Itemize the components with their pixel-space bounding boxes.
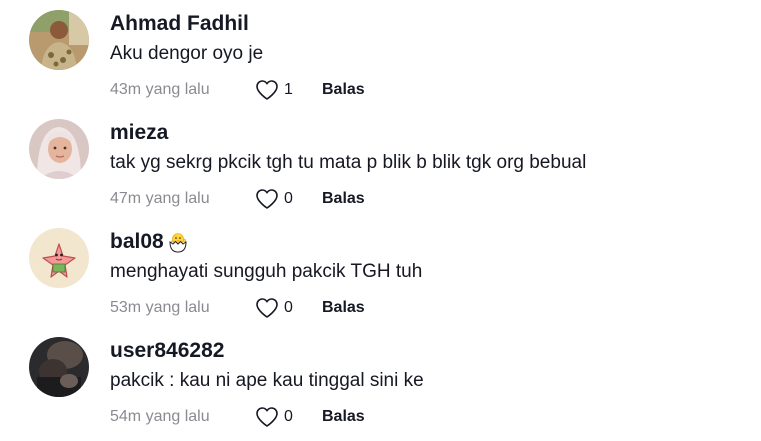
like-button[interactable]: 0 <box>255 188 322 210</box>
hatching-chick-emoji-icon <box>169 233 187 253</box>
reply-button[interactable]: Balas <box>322 81 365 99</box>
username-text: user846282 <box>110 339 225 362</box>
avatar[interactable] <box>29 228 89 288</box>
username-text: Ahmad Fadhil <box>110 12 249 35</box>
comment-text: menghayati sungguh pakcik TGH tuh <box>110 261 423 282</box>
comment-meta: 54m yang lalu 0 Balas <box>110 405 365 429</box>
heart-icon <box>256 298 278 318</box>
like-button[interactable]: 0 <box>255 406 322 428</box>
username[interactable]: Ahmad Fadhil <box>110 12 249 36</box>
comment-item: bal08 menghayati sungguh pakcik TGH tuh … <box>0 218 761 318</box>
timestamp: 54m yang lalu <box>110 408 210 425</box>
avatar[interactable] <box>29 337 89 397</box>
like-button[interactable]: 1 <box>255 79 322 101</box>
like-count: 0 <box>284 299 293 316</box>
timestamp: 53m yang lalu <box>110 299 210 316</box>
heart-icon <box>256 80 278 100</box>
comment-text: pakcik : kau ni ape kau tinggal sini ke <box>110 370 424 391</box>
comment-item: user846282 pakcik : kau ni ape kau tingg… <box>0 327 761 427</box>
heart-icon <box>256 189 278 209</box>
like-count: 0 <box>284 408 293 425</box>
username[interactable]: bal08 <box>110 230 190 254</box>
comment-meta: 47m yang lalu 0 Balas <box>110 187 365 211</box>
comment-text: Aku dengor oyo je <box>110 43 264 64</box>
reply-button[interactable]: Balas <box>322 299 365 317</box>
comment-item: mieza tak yg sekrg pkcik tgh tu mata p b… <box>0 109 761 209</box>
username-text: bal08 <box>110 230 164 253</box>
username[interactable]: user846282 <box>110 339 224 363</box>
timestamp: 47m yang lalu <box>110 190 210 207</box>
comment-meta: 53m yang lalu 0 Balas <box>110 296 365 320</box>
like-count: 0 <box>284 190 293 207</box>
avatar[interactable] <box>29 10 89 70</box>
username-text: mieza <box>110 121 169 144</box>
avatar[interactable] <box>29 119 89 179</box>
comment-item: Ahmad Fadhil Aku dengor oyo je 43m yang … <box>0 0 761 100</box>
username[interactable]: mieza <box>110 121 168 145</box>
reply-button[interactable]: Balas <box>322 408 365 426</box>
heart-icon <box>256 407 278 427</box>
timestamp: 43m yang lalu <box>110 81 210 98</box>
comment-meta: 43m yang lalu 1 Balas <box>110 78 365 102</box>
comment-text: tak yg sekrg pkcik tgh tu mata p blik b … <box>110 152 587 173</box>
like-button[interactable]: 0 <box>255 297 322 319</box>
reply-button[interactable]: Balas <box>322 190 365 208</box>
like-count: 1 <box>284 81 293 98</box>
